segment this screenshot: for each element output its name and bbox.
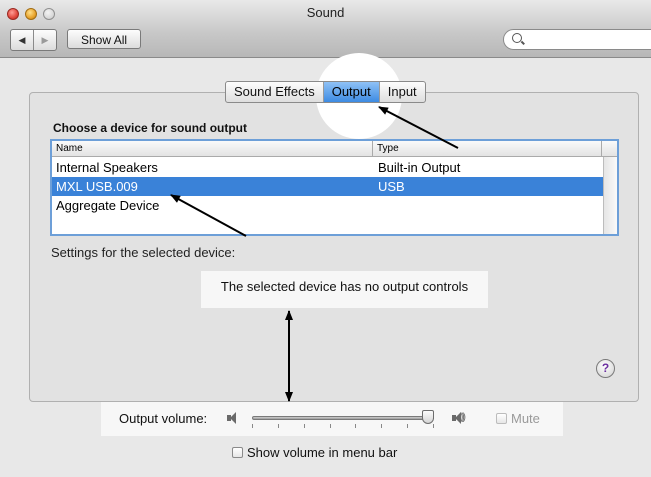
tab-bar: Sound Effects Output Input — [225, 81, 426, 103]
volume-tick — [407, 424, 408, 428]
tab-output[interactable]: Output — [322, 82, 379, 102]
device-type: USB — [378, 179, 405, 194]
device-list-heading: Choose a device for sound output — [53, 121, 248, 135]
forward-button[interactable]: ▶ — [33, 30, 56, 50]
column-divider — [372, 141, 373, 156]
settings-label: Settings for the selected device: — [51, 245, 236, 260]
mute-checkbox[interactable]: Mute — [496, 411, 540, 426]
search-field[interactable] — [503, 29, 651, 50]
volume-tick — [278, 424, 279, 428]
column-header-name[interactable]: Name — [56, 143, 83, 154]
speaker-low-icon — [227, 412, 241, 424]
speaker-high-icon: ))) — [452, 412, 466, 424]
output-volume-label: Output volume: — [119, 411, 208, 426]
volume-ticks — [252, 424, 434, 429]
tab-input[interactable]: Input — [378, 82, 425, 102]
back-icon: ◀ — [18, 34, 26, 45]
volume-tick — [252, 424, 253, 428]
device-name: Internal Speakers — [56, 160, 158, 175]
forward-icon: ▶ — [41, 34, 49, 45]
table-header: Name Type — [52, 141, 617, 157]
help-button[interactable]: ? — [596, 359, 615, 378]
device-name: MXL USB.009 — [56, 179, 138, 194]
table-row-selected[interactable]: MXL USB.009 USB — [52, 177, 604, 196]
window-title: Sound — [306, 5, 345, 20]
device-type: Built-in Output — [378, 160, 461, 175]
volume-slider-knob[interactable] — [422, 410, 434, 424]
back-button[interactable]: ◀ — [11, 30, 33, 50]
tab-sound-effects[interactable]: Sound Effects — [226, 82, 323, 102]
device-name: Aggregate Device — [56, 198, 160, 213]
device-table[interactable]: Name Type Internal Speakers Built-in Out… — [50, 139, 619, 236]
column-header-type[interactable]: Type — [377, 143, 399, 154]
show-volume-label: Show volume in menu bar — [247, 445, 398, 460]
title-bar: Sound ◀ ▶ Show All — [0, 0, 651, 58]
volume-tick — [355, 424, 356, 428]
show-all-button[interactable]: Show All — [67, 29, 142, 49]
sound-window: Sound ◀ ▶ Show All Sound Effects Output … — [0, 0, 651, 477]
volume-tick — [304, 424, 305, 428]
volume-tick — [433, 424, 434, 428]
no-controls-message: The selected device has no output contro… — [201, 271, 488, 308]
table-row[interactable]: Internal Speakers Built-in Output — [52, 158, 604, 177]
table-row[interactable]: Aggregate Device — [52, 196, 604, 215]
volume-slider[interactable] — [252, 416, 434, 420]
table-scrollbar[interactable] — [603, 157, 617, 234]
volume-tick — [330, 424, 331, 428]
column-divider — [601, 141, 602, 156]
show-volume-box[interactable] — [232, 447, 243, 458]
search-icon — [512, 33, 522, 43]
volume-tick — [381, 424, 382, 428]
show-volume-checkbox[interactable]: Show volume in menu bar — [232, 445, 397, 460]
output-volume-bar: Output volume: ))) Mute — [101, 402, 563, 436]
mute-label: Mute — [511, 411, 540, 426]
mute-box[interactable] — [496, 413, 507, 424]
nav-segment: ◀ ▶ — [10, 29, 57, 51]
